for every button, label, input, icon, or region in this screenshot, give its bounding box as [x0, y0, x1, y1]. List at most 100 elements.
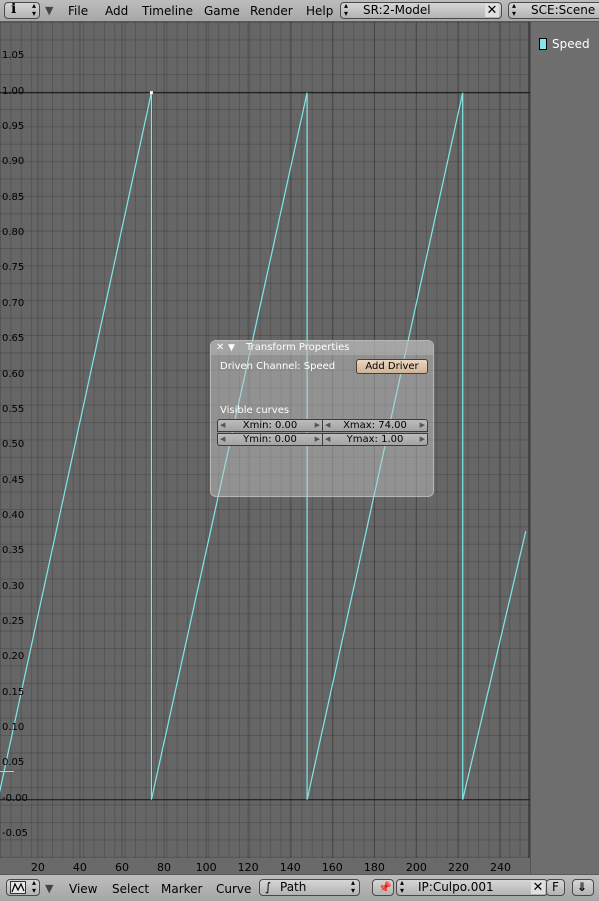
y-tick-label: 0.65 — [2, 333, 25, 345]
speed-channel-label[interactable]: Speed — [552, 37, 590, 51]
x-tick-label: 60 — [114, 861, 129, 874]
x-tick-label: 40 — [72, 861, 87, 874]
ipo-editor-icon — [10, 881, 26, 894]
menu-file[interactable]: File — [68, 0, 88, 22]
editor-type-selector[interactable]: ▴ ▾ — [6, 879, 40, 896]
xmax-field[interactable]: ◀ Xmax: 74.00 ▶ — [322, 419, 428, 432]
updown-arrows-icon: ▴ ▾ — [344, 2, 349, 18]
menu-render[interactable]: Render — [250, 0, 293, 22]
updown-arrows-icon: ▴ ▾ — [31, 2, 36, 18]
menu-curve[interactable]: Curve — [216, 878, 251, 900]
y-tick-label: 0.10 — [2, 722, 25, 734]
y-tick-label: 0.40 — [2, 509, 25, 521]
fake-user-label: F — [552, 880, 559, 894]
info-icon: i — [11, 2, 17, 17]
ipo-block-name[interactable]: IP:Culpo.001 — [418, 880, 494, 895]
ipo-type-selector[interactable]: ∫ Path ▴ ▾ — [259, 879, 360, 896]
bottom-header: ▴ ▾ ▼ View Select Marker Curve ∫ Path ▴ ▾ … — [0, 874, 599, 901]
menu-marker[interactable]: Marker — [161, 878, 202, 900]
transform-properties-header[interactable]: ✕ ▼ Transform Properties — [211, 341, 433, 355]
xmin-value: Xmin: 0.00 — [242, 420, 298, 431]
collapse-menu-triangle-icon[interactable]: ▼ — [45, 0, 53, 22]
pin-button[interactable]: 📌 — [372, 879, 394, 896]
panel-title: Transform Properties — [246, 342, 350, 353]
updown-arrows-icon: ▴ ▾ — [512, 2, 517, 18]
y-tick-label: 0.35 — [2, 545, 25, 557]
menu-help[interactable]: Help — [306, 0, 333, 22]
menu-add[interactable]: Add — [105, 0, 128, 22]
ymax-field[interactable]: ◀ Ymax: 1.00 ▶ — [322, 433, 428, 446]
y-tick-label: 0.30 — [2, 580, 25, 592]
x-tick-label: 80 — [157, 861, 172, 874]
scene-name[interactable]: SCE:Scene — [531, 3, 595, 18]
y-tick-label: 0.50 — [2, 439, 25, 451]
driven-channel-label: Driven Channel: Speed — [220, 361, 336, 372]
menu-view[interactable]: View — [69, 878, 97, 900]
scene-selector[interactable]: ▴ ▾ SCE:Scene — [508, 2, 599, 19]
y-tick-label: 0.25 — [2, 615, 25, 627]
ipo-type-label: Path — [280, 880, 307, 894]
screen-selector[interactable]: ▴ ▾ SR:2-Model ✕ — [340, 2, 502, 19]
decrement-arrow-icon[interactable]: ◀ — [220, 434, 225, 445]
xmin-field[interactable]: ◀ Xmin: 0.00 ▶ — [217, 419, 323, 432]
y-tick-label: 0.85 — [2, 191, 25, 203]
collapse-panel-icon[interactable]: ▼ — [228, 341, 235, 355]
y-tick-label: 0.20 — [2, 651, 25, 663]
x-tick-label: 140 — [279, 861, 301, 874]
x-tick-label: 220 — [447, 861, 469, 874]
x-tick-label: 20 — [30, 861, 45, 874]
y-tick-label: 0.45 — [2, 474, 25, 486]
x-tick-label: 120 — [237, 861, 259, 874]
transform-properties-panel: ✕ ▼ Transform Properties Driven Channel:… — [210, 340, 434, 497]
increment-arrow-icon[interactable]: ▶ — [420, 434, 425, 445]
curve-control-point[interactable] — [149, 91, 153, 95]
xmax-value: Xmax: 74.00 — [343, 420, 407, 431]
unlink-ipo-icon[interactable]: ✕ — [531, 881, 545, 894]
speed-channel-color-swatch[interactable] — [539, 38, 547, 50]
y-tick-label: 0.15 — [2, 686, 25, 698]
download-arrow-icon: ⇓ — [577, 880, 588, 894]
increment-arrow-icon[interactable]: ▶ — [315, 434, 320, 445]
updown-arrows-icon: ▴ ▾ — [400, 879, 405, 895]
x-tick-label: 100 — [195, 861, 217, 874]
fake-user-button[interactable]: F — [546, 879, 565, 896]
y-tick-label: 0.05 — [2, 757, 25, 769]
x-tick-label: 240 — [490, 861, 512, 874]
pin-icon: 📌 — [378, 881, 392, 894]
screen-name[interactable]: SR:2-Model — [363, 3, 431, 18]
decrement-arrow-icon[interactable]: ◀ — [325, 420, 330, 431]
ipo-block-selector[interactable]: ▴ ▾ IP:Culpo.001 ✕ — [396, 879, 548, 896]
y-tick-label: 0.75 — [2, 262, 25, 274]
paste-button[interactable]: ⇓ — [572, 879, 594, 896]
collapse-menu-triangle-icon[interactable]: ▼ — [45, 878, 53, 900]
x-tick-label: 200 — [405, 861, 427, 874]
decrement-arrow-icon[interactable]: ◀ — [220, 420, 225, 431]
info-editor-selector[interactable]: i ▴ ▾ — [4, 2, 40, 19]
y-tick-label: -0.05 — [2, 828, 28, 840]
y-tick-label: 0.55 — [2, 403, 25, 415]
path-curve-icon: ∫ — [265, 880, 272, 894]
close-screen-icon[interactable]: ✕ — [485, 4, 499, 17]
increment-arrow-icon[interactable]: ▶ — [315, 420, 320, 431]
top-header: i ▴ ▾ ▼ File Add Timeline Game Render Hel… — [0, 0, 599, 22]
ymax-value: Ymax: 1.00 — [346, 434, 404, 445]
updown-arrows-icon: ▴ ▾ — [350, 879, 355, 895]
ymin-field[interactable]: ◀ Ymin: 0.00 ▶ — [217, 433, 323, 446]
y-tick-label: 0.60 — [2, 368, 25, 380]
y-tick-label: 0.95 — [2, 121, 25, 133]
ymin-value: Ymin: 0.00 — [243, 434, 297, 445]
menu-game[interactable]: Game — [204, 0, 240, 22]
increment-arrow-icon[interactable]: ▶ — [420, 420, 425, 431]
close-panel-icon[interactable]: ✕ — [216, 341, 224, 355]
decrement-arrow-icon[interactable]: ◀ — [325, 434, 330, 445]
updown-arrows-icon: ▴ ▾ — [31, 879, 36, 895]
y-tick-label: 0.80 — [2, 227, 25, 239]
add-driver-button[interactable]: Add Driver — [356, 359, 428, 374]
menu-select[interactable]: Select — [112, 878, 149, 900]
menu-timeline[interactable]: Timeline — [142, 0, 193, 22]
x-tick-label: 160 — [321, 861, 343, 874]
channel-list-panel: Speed — [530, 22, 599, 874]
y-tick-label: -0.00 — [2, 792, 28, 804]
x-tick-label: 180 — [363, 861, 385, 874]
y-tick-label: 1.05 — [2, 50, 25, 62]
